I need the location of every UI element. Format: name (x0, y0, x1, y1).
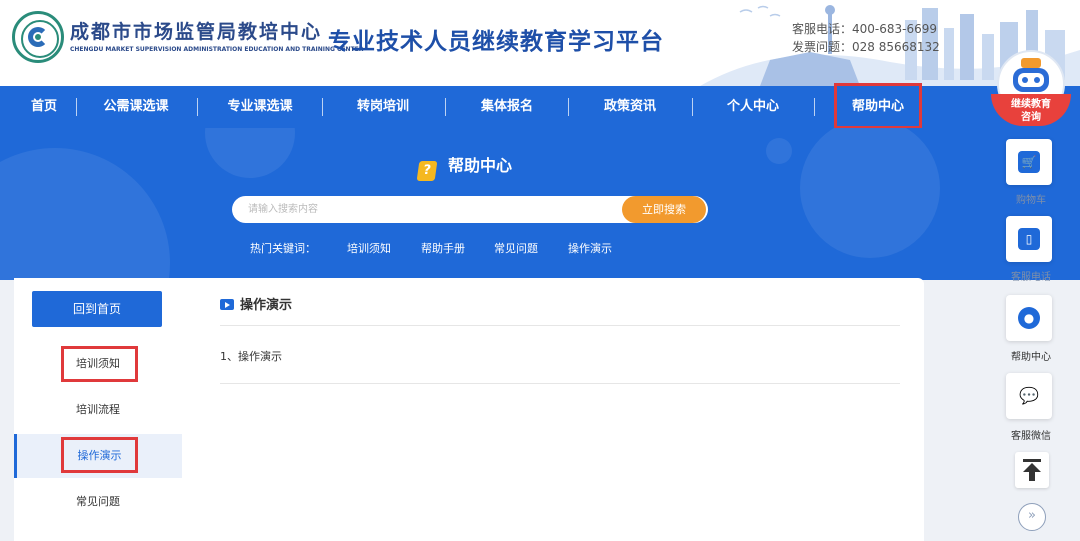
search-input[interactable] (248, 196, 608, 223)
question-icon: ? (416, 161, 438, 181)
nav-divider (814, 98, 815, 116)
nav-policy-news[interactable]: 政策资讯 (587, 86, 673, 128)
hot-keywords-label: 热门关键词： (250, 242, 316, 255)
wechat-label: 客服微信 (1011, 431, 1051, 442)
content-heading: 操作演示 (220, 294, 292, 313)
back-to-top-button[interactable] (1015, 452, 1049, 488)
nav-home[interactable]: 首页 (18, 86, 70, 128)
bulb-icon: ● (1018, 307, 1040, 329)
nav-group-enrollment[interactable]: 集体报名 (464, 86, 550, 128)
sidebar-item-faq[interactable]: 常见问题 (14, 480, 182, 524)
arrow-up-icon (1023, 459, 1041, 481)
hotline-info: 客服电话：400-683-6699 发票问题：028 85668132 (792, 20, 940, 56)
nav-transfer-training[interactable]: 转岗培训 (340, 86, 426, 128)
hot-keyword-faq[interactable]: 常见问题 (494, 240, 538, 256)
collapse-double-chevron-icon[interactable]: » (1018, 503, 1046, 531)
nav-divider (445, 98, 446, 116)
service-phone-label: 客服电话 (1011, 272, 1051, 283)
hot-keyword-demo[interactable]: 操作演示 (568, 240, 612, 256)
consult-label: 继续教育 咨询 (991, 94, 1071, 126)
cart-label: 购物车 (1016, 195, 1046, 206)
sidebar-item-training-process[interactable]: 培训流程 (14, 388, 182, 432)
cart-icon: 🛒 (1018, 151, 1040, 173)
platform-title: 专业技术人员继续教育学习平台 (328, 29, 664, 55)
nav-personal-center[interactable]: 个人中心 (710, 86, 796, 128)
help-center-title: ? 帮助中心 (416, 152, 512, 181)
decor-bubble (205, 128, 295, 178)
nav-public-courses[interactable]: 公需课选课 (88, 86, 184, 128)
service-phone: 客服电话：400-683-6699 (792, 22, 938, 36)
nav-divider (197, 98, 198, 116)
wechat-icon: 💬 (1018, 385, 1040, 407)
hot-keyword-training-notice[interactable]: 培训须知 (347, 240, 391, 256)
hot-keyword-help-manual[interactable]: 帮助手册 (421, 240, 465, 256)
wechat-button[interactable]: 💬 (1006, 373, 1052, 419)
help-center-float-button[interactable]: ● (1006, 295, 1052, 341)
nav-professional-courses[interactable]: 专业课选课 (212, 86, 308, 128)
decor-bubble (0, 148, 170, 280)
back-home-button[interactable]: 回到首页 (32, 291, 162, 327)
search-bar: 立即搜索 (232, 196, 708, 223)
nav-divider (692, 98, 693, 116)
consult-label-line2: 咨询 (1021, 112, 1041, 123)
content-divider (220, 325, 900, 326)
sidebar-training-notice-highlight (61, 346, 138, 382)
nav-help-center-highlight (834, 83, 922, 129)
demo-link[interactable]: 1、操作演示 (220, 348, 282, 364)
invoice-phone: 发票问题：028 85668132 (792, 40, 940, 54)
search-button[interactable]: 立即搜索 (622, 196, 706, 223)
consult-label-line1: 继续教育 (1011, 99, 1051, 110)
video-icon (220, 299, 234, 310)
org-name-en: CHENGDU MARKET SUPERVISION ADMINISTRATIO… (70, 46, 364, 53)
help-sidebar: 回到首页 培训须知 培训流程 操作演示 常见问题 (14, 278, 182, 541)
sidebar-demo-highlight (61, 437, 138, 473)
service-phone-button[interactable]: ▯ (1006, 216, 1052, 262)
help-center-float-label: 帮助中心 (1011, 352, 1051, 363)
site-header: 成都市市场监管局教培中心 CHENGDU MARKET SUPERVISION … (0, 0, 1080, 86)
org-logo-icon[interactable] (12, 11, 64, 63)
decor-bubble (766, 138, 792, 164)
content-divider (220, 383, 900, 384)
nav-divider (76, 98, 77, 116)
decor-bubble (800, 128, 940, 258)
nav-divider (568, 98, 569, 116)
consult-robot[interactable]: 继续教育 咨询 (991, 44, 1071, 130)
cart-button[interactable]: 🛒 (1006, 139, 1052, 185)
nav-divider (322, 98, 323, 116)
org-name: 成都市市场监管局教培中心 (70, 21, 323, 43)
help-content-panel: 操作演示 1、操作演示 (182, 278, 924, 541)
help-banner: ?帮助中心 立即搜索 热门关键词： 培训须知 帮助手册 常见问题 操作演示 (0, 128, 1080, 280)
phone-icon: ▯ (1018, 228, 1040, 250)
